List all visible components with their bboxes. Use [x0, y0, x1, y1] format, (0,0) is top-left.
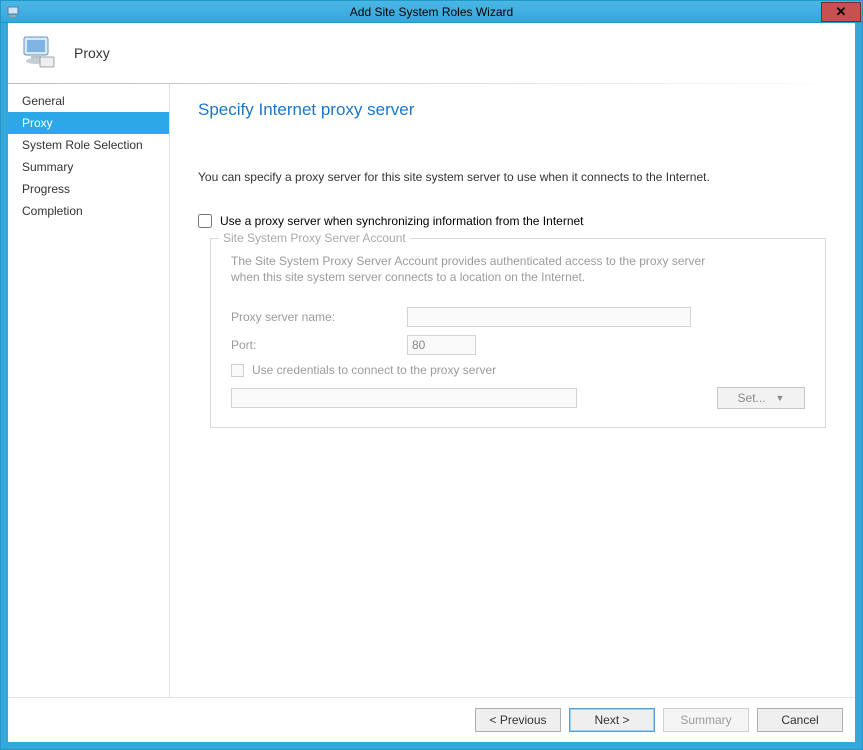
computer-icon [20, 32, 60, 75]
wizard-window: Add Site System Roles Wizard ✕ Proxy Gen… [0, 0, 863, 750]
wizard-nav: General Proxy System Role Selection Summ… [8, 84, 170, 697]
credentials-row: Set... ▼ [231, 387, 805, 409]
set-button[interactable]: Set... ▼ [717, 387, 805, 409]
help-text: You can specify a proxy server for this … [198, 170, 827, 184]
wizard-header: Proxy [8, 23, 855, 83]
previous-button[interactable]: < Previous [475, 708, 561, 732]
step-name: Proxy [74, 45, 110, 61]
window-title: Add Site System Roles Wizard [0, 5, 863, 19]
client-area: Proxy General Proxy System Role Selectio… [1, 23, 862, 749]
set-button-label: Set... [738, 391, 766, 405]
wizard-footer: < Previous Next > Summary Cancel [8, 697, 855, 742]
proxy-name-row: Proxy server name: [231, 307, 805, 327]
port-label: Port: [231, 338, 407, 352]
titlebar[interactable]: Add Site System Roles Wizard ✕ [1, 1, 862, 23]
proxy-account-group: Site System Proxy Server Account The Sit… [210, 238, 826, 428]
nav-item-system-role-selection[interactable]: System Role Selection [8, 134, 169, 156]
nav-item-summary[interactable]: Summary [8, 156, 169, 178]
next-button[interactable]: Next > [569, 708, 655, 732]
group-description: The Site System Proxy Server Account pro… [231, 253, 711, 285]
port-row: Port: [231, 335, 805, 355]
page-title: Specify Internet proxy server [198, 100, 827, 120]
summary-button[interactable]: Summary [663, 708, 749, 732]
nav-item-proxy[interactable]: Proxy [8, 112, 169, 134]
credentials-input[interactable] [231, 388, 577, 408]
app-icon [7, 5, 21, 19]
use-credentials-row: Use credentials to connect to the proxy … [231, 363, 805, 377]
close-icon: ✕ [836, 4, 847, 20]
content-pane: Specify Internet proxy server You can sp… [170, 84, 855, 697]
proxy-name-label: Proxy server name: [231, 310, 407, 324]
nav-item-progress[interactable]: Progress [8, 178, 169, 200]
body-row: General Proxy System Role Selection Summ… [8, 84, 855, 697]
chevron-down-icon: ▼ [776, 393, 785, 403]
use-credentials-checkbox[interactable] [231, 364, 244, 377]
use-proxy-row: Use a proxy server when synchronizing in… [198, 214, 827, 228]
nav-item-completion[interactable]: Completion [8, 200, 169, 222]
close-button[interactable]: ✕ [821, 2, 861, 22]
proxy-name-input[interactable] [407, 307, 691, 327]
use-proxy-label: Use a proxy server when synchronizing in… [220, 214, 584, 228]
port-input[interactable] [407, 335, 476, 355]
use-credentials-label: Use credentials to connect to the proxy … [252, 363, 496, 377]
nav-item-general[interactable]: General [8, 90, 169, 112]
group-legend: Site System Proxy Server Account [219, 231, 410, 245]
use-proxy-checkbox[interactable] [198, 214, 212, 228]
cancel-button[interactable]: Cancel [757, 708, 843, 732]
